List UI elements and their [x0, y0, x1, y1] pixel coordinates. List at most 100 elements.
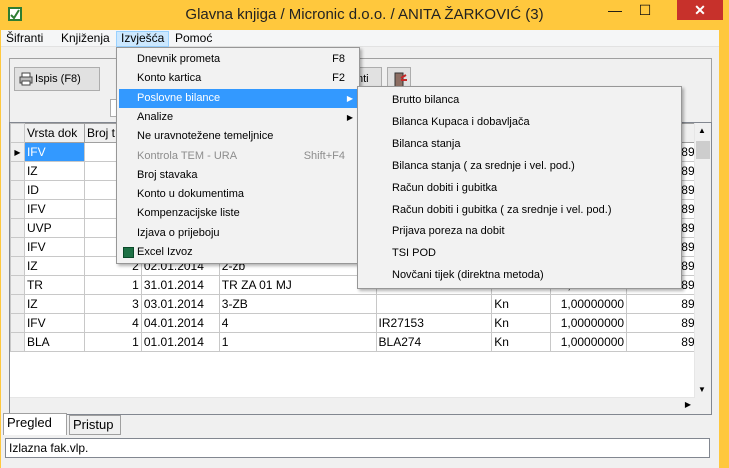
row-indicator: [10, 256, 25, 276]
vertical-scrollbar[interactable]: ▲ ▼: [694, 123, 711, 414]
cell-opis[interactable]: 3-ZB: [218, 294, 377, 314]
submenu-item-5[interactable]: Račun dobiti i gubitka ( za srednje i ve…: [360, 200, 679, 221]
submenu-item-6[interactable]: Prijava poreza na dobit: [360, 221, 679, 242]
scroll-down-icon[interactable]: ▼: [698, 385, 706, 394]
row-indicator: [10, 313, 25, 333]
menu-item-label: Izjava o prijeboju: [137, 226, 220, 239]
column-header-vrsta-dok[interactable]: Vrsta dok: [23, 123, 85, 143]
menu-item-izjava-o-prijeboju[interactable]: Izjava o prijeboju: [119, 224, 357, 243]
cell-broj[interactable]: 4: [83, 313, 142, 333]
cell-dok[interactable]: IR27153: [375, 313, 493, 333]
scroll-right-icon[interactable]: ▶: [685, 400, 691, 409]
table-row[interactable]: BLA101.01.20141BLA274Kn1,000000008902: [10, 332, 711, 352]
menu-item-ne-uravnote-ene-temeljnice[interactable]: Ne uravnotežene temeljnice: [119, 127, 357, 146]
horizontal-scrollbar[interactable]: ▶: [10, 397, 695, 414]
cell-vrsta[interactable]: IZ: [23, 256, 85, 276]
submenu-item-1[interactable]: Bilanca Kupaca i dobavljača: [360, 112, 679, 133]
row-indicator: [10, 237, 25, 257]
title-bar[interactable]: Glavna knjiga / Micronic d.o.o. / ANITA …: [0, 0, 729, 30]
cell-datum[interactable]: 31.01.2014: [140, 275, 220, 295]
menu-item-kompenzacijske-liste[interactable]: Kompenzacijske liste: [119, 204, 357, 223]
cell-vrsta[interactable]: IFV: [23, 313, 85, 333]
submenu-item-8[interactable]: Novčani tijek (direktna metoda): [360, 265, 679, 286]
print-button[interactable]: Ispis (F8): [14, 67, 100, 91]
menu-item-label: Kontrola TEM - URA: [137, 149, 238, 162]
cell-broj[interactable]: 1: [83, 275, 142, 295]
submenu-arrow-icon: ▶: [346, 93, 353, 103]
current-row-arrow-icon: ▶: [10, 142, 25, 162]
cell-vrsta[interactable]: ID: [23, 180, 85, 200]
menu-item-kontrola-tem-ura: Kontrola TEM - URA Shift+F4: [119, 147, 357, 166]
poslovne-bilance-submenu: Brutto bilanca Bilanca Kupaca i dobavljač…: [357, 86, 682, 289]
scroll-thumb[interactable]: [696, 141, 710, 159]
cell-tecaj[interactable]: 1,00000000: [550, 313, 628, 333]
excel-icon: [123, 247, 134, 258]
status-bar: Izlazna fak.vlp.: [5, 438, 710, 458]
row-indicator: [10, 161, 25, 181]
menu-pomoc[interactable]: Pomoć: [171, 31, 216, 47]
menu-item-poslovne-bilance[interactable]: Poslovne bilance ▶: [119, 88, 357, 108]
menu-item-label: Broj stavaka: [137, 168, 198, 181]
tab-pregled[interactable]: Pregled: [3, 413, 67, 435]
menu-item-analize[interactable]: Analize ▶: [119, 108, 357, 127]
row-indicator: [10, 199, 25, 219]
row-indicator: [10, 332, 25, 352]
cell-tecaj[interactable]: 1,00000000: [550, 332, 628, 352]
cell-dok[interactable]: [375, 294, 493, 314]
cell-vrsta[interactable]: IZ: [23, 161, 85, 181]
cell-val[interactable]: Kn: [491, 332, 552, 352]
cell-tecaj[interactable]: 1,00000000: [550, 294, 628, 314]
cell-opis[interactable]: 1: [218, 332, 377, 352]
cell-vrsta[interactable]: IFV: [23, 142, 85, 162]
cell-opis[interactable]: 4: [218, 313, 377, 333]
table-row[interactable]: IFV404.01.20144IR27153Kn1,000000008902: [10, 313, 711, 333]
cell-vrsta[interactable]: IFV: [23, 237, 85, 257]
submenu-item-3[interactable]: Bilanca stanja ( za srednje i vel. pod.): [360, 156, 679, 177]
tab-pristup[interactable]: Pristup: [69, 415, 121, 435]
menu-item-shortcut: F2: [332, 72, 345, 85]
close-button[interactable]: ✕: [677, 0, 723, 20]
menu-bar: Šifranti Knjiženja Izvješća Pomoć: [1, 30, 719, 47]
cell-datum[interactable]: 04.01.2014: [140, 313, 220, 333]
header-indicator: [10, 123, 25, 143]
submenu-arrow-icon: ▶: [346, 112, 353, 122]
table-row[interactable]: IZ303.01.20143-ZBKn1,000000008901: [10, 294, 711, 314]
cell-val[interactable]: Kn: [491, 294, 552, 314]
menu-item-broj-stavaka[interactable]: Broj stavaka: [119, 166, 357, 185]
menu-item-label: Dnevnik prometa: [137, 53, 221, 65]
application-window: Glavna knjiga / Micronic d.o.o. / ANITA …: [0, 0, 729, 468]
cell-broj[interactable]: 1: [83, 332, 142, 352]
print-button-label: Ispis (F8): [35, 73, 81, 85]
minimize-button[interactable]: —: [601, 0, 629, 20]
printer-icon: [19, 72, 33, 86]
submenu-item-2[interactable]: Bilanca stanja: [360, 134, 679, 155]
cell-broj[interactable]: 3: [83, 294, 142, 314]
cell-datum[interactable]: 03.01.2014: [140, 294, 220, 314]
row-indicator: [10, 275, 25, 295]
menu-item-konto-kartica[interactable]: Konto kartica F2: [119, 69, 357, 88]
cell-datum[interactable]: 01.01.2014: [140, 332, 220, 352]
cell-opis[interactable]: TR ZA 01 MJ: [218, 275, 377, 295]
cell-dok[interactable]: BLA274: [375, 332, 493, 352]
cell-vrsta[interactable]: IFV: [23, 199, 85, 219]
cell-vrsta[interactable]: BLA: [23, 332, 85, 352]
submenu-item-7[interactable]: TSI POD: [360, 243, 679, 264]
submenu-item-4[interactable]: Račun dobiti i gubitka: [360, 178, 679, 199]
maximize-button[interactable]: ☐: [631, 0, 659, 20]
cell-vrsta[interactable]: UVP: [23, 218, 85, 238]
menu-item-label: Poslovne bilance: [137, 91, 221, 104]
scroll-up-icon[interactable]: ▲: [698, 126, 706, 135]
menu-item-label: Konto u dokumentima: [137, 188, 245, 201]
cell-vrsta[interactable]: TR: [23, 275, 85, 295]
menu-knjizenja[interactable]: Knjiženja: [57, 31, 114, 47]
izvjesca-dropdown: Dnevnik prometa F8 Konto kartica F2 Poslovne…: [116, 47, 360, 264]
cell-vrsta[interactable]: IZ: [23, 294, 85, 314]
menu-sifranti[interactable]: Šifranti: [2, 31, 47, 47]
submenu-item-0[interactable]: Brutto bilanca: [360, 90, 679, 111]
menu-item-excel-izvoz[interactable]: Excel Izvoz: [119, 243, 357, 262]
cell-val[interactable]: Kn: [491, 313, 552, 333]
menu-item-dnevnik-prometa[interactable]: Dnevnik prometa F8: [119, 50, 357, 69]
menu-izvjesca[interactable]: Izvješća: [116, 31, 170, 47]
row-indicator: [10, 180, 25, 200]
menu-item-konto-u-dokumentima[interactable]: Konto u dokumentima: [119, 185, 357, 204]
